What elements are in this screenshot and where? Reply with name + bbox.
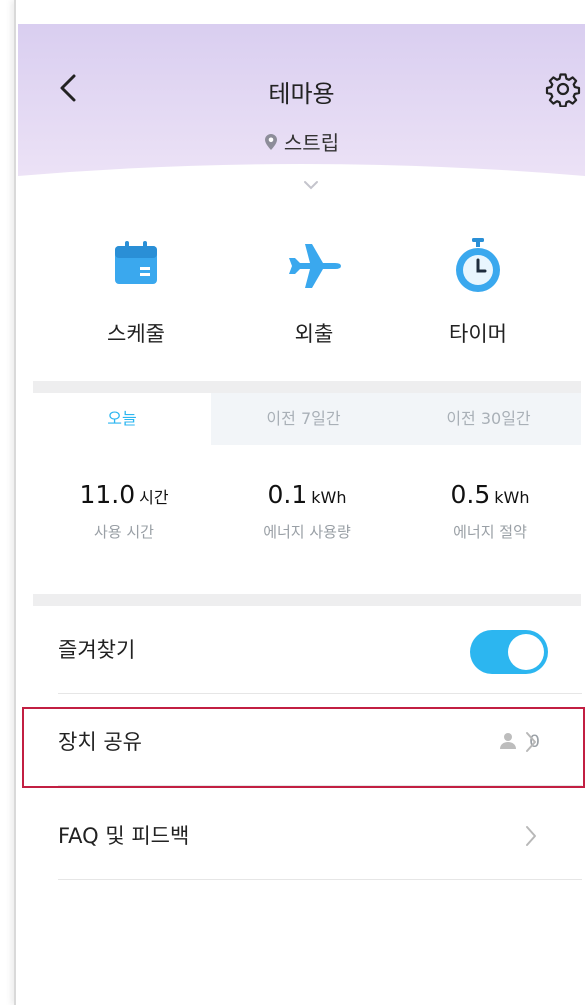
location-pin-icon <box>264 134 277 150</box>
action-timer-label: 타이머 <box>449 322 507 346</box>
faq-feedback-row[interactable]: FAQ 및 피드백 <box>58 792 582 880</box>
row-divider <box>58 879 582 880</box>
device-title: 테마용 <box>268 80 335 108</box>
favorites-row: 즐겨찾기 <box>58 606 582 694</box>
calendar-icon <box>115 241 157 284</box>
stat-energy-saved: 0.5 kWh 에너지 절약 <box>399 480 581 542</box>
section-divider <box>33 594 581 606</box>
stat-energy-used-value: 0.1 kWh <box>267 480 347 509</box>
stat-energy-saved-caption: 에너지 절약 <box>453 523 527 541</box>
row-divider <box>58 693 582 694</box>
stat-usage-time-caption: 사용 시간 <box>94 523 154 541</box>
chevron-down-icon[interactable] <box>303 180 319 190</box>
stat-usage-time-value: 11.0 시간 <box>79 480 169 509</box>
action-schedule-label: 스케줄 <box>107 322 165 346</box>
tab-last-7-days[interactable]: 이전 7일간 <box>211 393 396 445</box>
device-share-row[interactable]: 장치 공유 0 <box>58 698 582 786</box>
action-timer[interactable]: 타이머 <box>408 230 548 360</box>
stopwatch-icon <box>456 238 500 292</box>
chevron-right-icon[interactable] <box>524 730 538 754</box>
person-icon <box>500 733 517 749</box>
quick-actions: 스케줄 외출 타이머 <box>36 230 585 360</box>
favorites-label: 즐겨찾기 <box>58 638 136 662</box>
stat-energy-saved-value: 0.5 kWh <box>450 480 530 509</box>
usage-stats: 11.0 시간 사용 시간 0.1 kWh 에너지 사용량 0.5 kWh 에너지 절… <box>33 480 581 560</box>
chevron-right-icon[interactable] <box>524 824 538 848</box>
stat-energy-used-caption: 에너지 사용량 <box>263 523 351 541</box>
gear-icon[interactable] <box>545 71 581 107</box>
stat-usage-time: 11.0 시간 사용 시간 <box>33 480 215 542</box>
device-header: 테마용 스트립 <box>18 24 585 194</box>
device-share-label: 장치 공유 <box>58 730 142 754</box>
period-tabs: 오늘 이전 7일간 이전 30일간 <box>33 393 581 445</box>
toggle-knob <box>508 634 544 670</box>
action-schedule[interactable]: 스케줄 <box>66 230 206 360</box>
action-away[interactable]: 외출 <box>244 230 384 360</box>
location-label: 스트립 <box>18 127 585 156</box>
section-divider <box>33 381 581 393</box>
stat-energy-used: 0.1 kWh 에너지 사용량 <box>216 480 398 542</box>
tab-last-30-days[interactable]: 이전 30일간 <box>396 393 581 445</box>
action-away-label: 외출 <box>294 322 334 346</box>
faq-feedback-label: FAQ 및 피드백 <box>58 824 190 848</box>
tab-today[interactable]: 오늘 <box>33 393 211 445</box>
row-divider <box>58 785 582 786</box>
favorites-toggle[interactable] <box>470 630 548 674</box>
header-background <box>18 24 585 176</box>
airplane-icon <box>289 244 341 288</box>
location-text: 스트립 <box>283 131 340 155</box>
